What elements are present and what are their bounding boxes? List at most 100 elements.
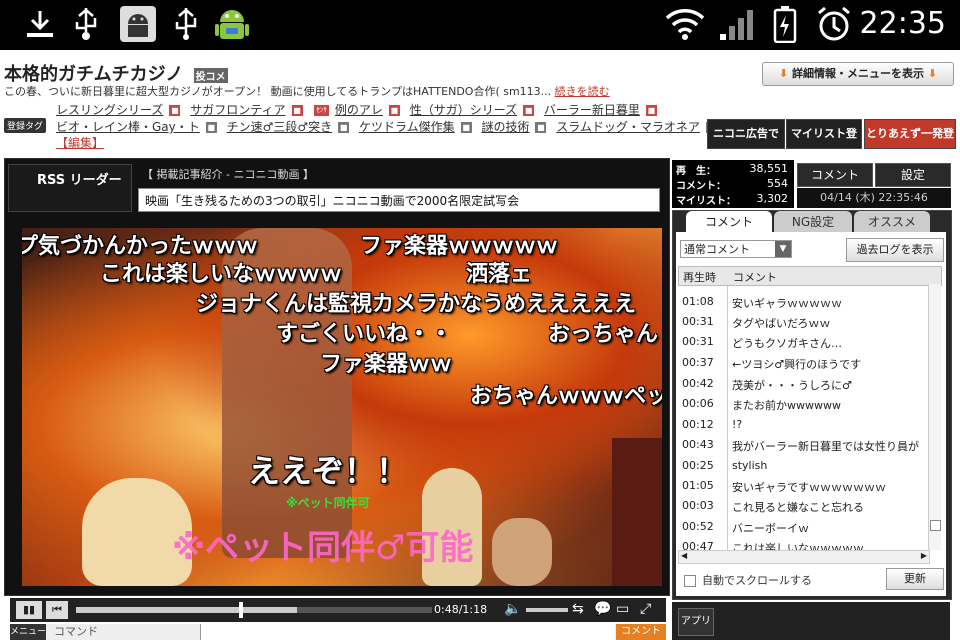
settings-panel-button[interactable]: 設定 [875, 163, 951, 187]
scroll-right-icon[interactable]: ▶ [921, 551, 927, 560]
auto-scroll-checkbox[interactable] [684, 575, 696, 587]
volume-icon[interactable]: 🔈 [504, 601, 521, 617]
comment-row[interactable]: 00:52 バニーボーイｗ [678, 516, 928, 536]
comment-table-header: 再生時 コメント [678, 266, 942, 286]
tag-link[interactable]: 例のアレ [335, 103, 383, 117]
danmaku-comment: ファ楽器ｗｗ [320, 352, 453, 377]
tag-link[interactable]: 性（サガ）シリーズ [410, 103, 517, 117]
scroll-thumb[interactable] [930, 520, 941, 531]
past-log-button[interactable]: 過去ログを表示 [846, 238, 944, 262]
nico-ad-button[interactable]: ニコニ広告で宣伝 [707, 119, 785, 168]
tag-link[interactable]: チン速♂三段♂突き [227, 120, 333, 134]
repeat-icon[interactable]: ⇆ [572, 601, 584, 617]
comment-row[interactable]: 00:31 タグやばいだろｗｗ [678, 311, 928, 331]
rewind-icon[interactable]: ⏮ [46, 601, 68, 619]
comment-row[interactable]: 00:42 茂美が・・・うしろに♂ [678, 373, 928, 393]
comment-input[interactable] [200, 624, 615, 640]
comment-text: バニーボーイｗ [732, 522, 809, 535]
comment-time: 00:43 [682, 438, 714, 451]
detail-menu-button[interactable]: ⬇ 詳細情報・メニューを表示 ⬇ [762, 62, 954, 86]
scroll-left-icon[interactable]: ◀ [681, 551, 687, 560]
comment-row[interactable]: 00:37 ←ツヨシ♂興行のほうです [678, 352, 928, 372]
comment-submit-button[interactable]: コメント [616, 624, 666, 640]
refresh-button[interactable]: 更新 [886, 568, 944, 590]
comment-row[interactable]: 01:08 安いギャラｗｗｗｗｗ [678, 291, 928, 311]
command-input[interactable]: コマンド [50, 624, 200, 640]
comment-vertical-scrollbar[interactable] [928, 284, 941, 550]
chevron-down-icon: ▼ [775, 241, 791, 257]
tab-recommend[interactable]: オススメ [854, 211, 930, 233]
tag-link[interactable]: サガフロンティア [190, 103, 285, 117]
signal-icon [714, 4, 758, 44]
pause-icon[interactable]: ▮▮ [16, 601, 42, 619]
video-title-text: 本格的ガチムチカジノ [4, 64, 184, 85]
comment-text: またお前かwwwwww [732, 399, 841, 412]
tag-link[interactable]: レスリングシリーズ [56, 103, 163, 117]
time-display: 0:48/1:18 [434, 603, 488, 616]
comment-text: 安いギャラｗｗｗｗｗ [732, 297, 842, 310]
danmaku-comment: ※ペット同伴可 [286, 496, 370, 510]
comment-time: 00:42 [682, 377, 714, 390]
tag-row-2: ビオ・レイン棒・Gay・ト ■ チン速♂三段♂突き ■ ケツドラム傑作集 ■ 謎の技術… [56, 118, 723, 135]
seek-handle[interactable] [239, 602, 244, 618]
comment-row[interactable]: 00:03 これ見ると嫌なこと忘れる [678, 495, 928, 515]
comment-horizontal-scrollbar[interactable]: ◀ ▶ [678, 550, 930, 564]
tab-comment[interactable]: コメント [686, 211, 772, 233]
auto-scroll-label: 自動でスクロールする [702, 574, 812, 587]
download-icon [20, 4, 60, 44]
comment-row[interactable]: 00:43 我がバーラー新日暮里では女性り員が [678, 434, 928, 454]
tag-link[interactable]: スラムドッグ・マラオネア [556, 120, 700, 134]
mylist-register-button[interactable]: マイリスト登録 [786, 119, 862, 168]
col-time-header[interactable]: 再生時 [683, 269, 716, 285]
read-more-link[interactable]: 続きを読む [555, 85, 610, 98]
comment-row[interactable]: 00:06 またお前かwwwwww [678, 393, 928, 413]
tag-link[interactable]: 謎の技術 [481, 120, 529, 134]
comment-row[interactable]: 00:31 どうもクソガキさん… [678, 331, 928, 351]
fullscreen-icon[interactable]: ⤢ [640, 601, 651, 617]
tag-link[interactable]: ビオ・レイン棒・Gay・ト [56, 120, 200, 134]
tag-link[interactable]: ケツドラム傑作集 [359, 120, 455, 134]
edit-tags-link[interactable]: 【編集】 [56, 136, 104, 150]
screen-mode-icon[interactable]: ▭ [616, 601, 629, 617]
lock-icon: ■ [460, 122, 472, 133]
comment-text: ←ツヨシ♂興行のほうです [732, 358, 862, 371]
app-button[interactable]: アプリ [678, 608, 714, 636]
menu-button[interactable]: メニュー [10, 624, 46, 640]
volume-slider[interactable] [526, 608, 568, 612]
comment-row[interactable]: 01:05 安いギャラですｗｗｗｗｗｗｗ [678, 475, 928, 495]
tab-ng-settings[interactable]: NG設定 [774, 211, 852, 233]
col-comment-header[interactable]: コメント [733, 269, 777, 285]
quick-register-button[interactable]: とりあえず一発登録 [864, 119, 956, 168]
comment-row[interactable]: 00:12!? [678, 414, 928, 434]
comment-row[interactable]: 00:47 これは楽しいなｗｗｗｗｗ [678, 536, 928, 550]
app-area: アプリ [672, 602, 950, 640]
comment-text: これは楽しいなｗｗｗｗｗ [732, 542, 864, 550]
comment-row[interactable]: 00:25 stylish [678, 455, 928, 475]
comment-time: 00:31 [682, 335, 714, 348]
uploader-comment-badge[interactable]: 投コメ [193, 67, 228, 83]
comment-time: 00:12 [682, 418, 714, 431]
down-arrow-icon: ⬇ [778, 67, 789, 80]
tag-row-1: レスリングシリーズ ■ サガフロンティア ■ ｾﾝｻ 例のアレ ■ 性（サガ）シリーズ ■… [56, 101, 663, 118]
danmaku-comment: これは楽しいなｗｗｗｗ [100, 262, 343, 287]
stat-comment-label: コメント： [676, 181, 726, 192]
news-headline[interactable]: 映画「生き残るための3つの取引」ニコニコ動画で2000名限定試写会 [138, 188, 660, 212]
comment-text: どうもクソガキさん… [732, 337, 842, 350]
sensitive-badge: ｾﾝｻ [314, 105, 329, 116]
tag-link[interactable]: バーラー新日暮里 [544, 103, 640, 117]
detail-menu-label: 詳細情報・メニューを表示 [792, 67, 924, 80]
comment-panel-button[interactable]: コメント [797, 163, 873, 187]
status-bar: 22:35 [0, 0, 960, 50]
comment-time: 00:47 [682, 540, 714, 550]
comment-mode-select[interactable]: 通常コメント ▼ [680, 240, 792, 258]
comment-time: 00:06 [682, 397, 714, 410]
clock: 22:35 [859, 6, 946, 41]
auto-scroll-option[interactable]: 自動でスクロールする [684, 572, 812, 588]
comment-text: 安いギャラですｗｗｗｗｗｗｗ [732, 481, 886, 494]
news-header: 【 掲載記事紹介 - ニコニコ動画 】 [142, 168, 314, 181]
comment-text: タグやばいだろｗｗ [732, 317, 831, 330]
stat-play: 再 生： 38,551 [674, 162, 792, 177]
seek-bar[interactable] [76, 602, 432, 618]
video-frame[interactable]: プ気づかんかったｗｗｗ ファ楽器ｗｗｗｗｗ これは楽しいなｗｗｗｗ 洒落ェ ジョ… [22, 228, 662, 586]
comment-toggle-icon[interactable]: 💬 [594, 601, 611, 617]
